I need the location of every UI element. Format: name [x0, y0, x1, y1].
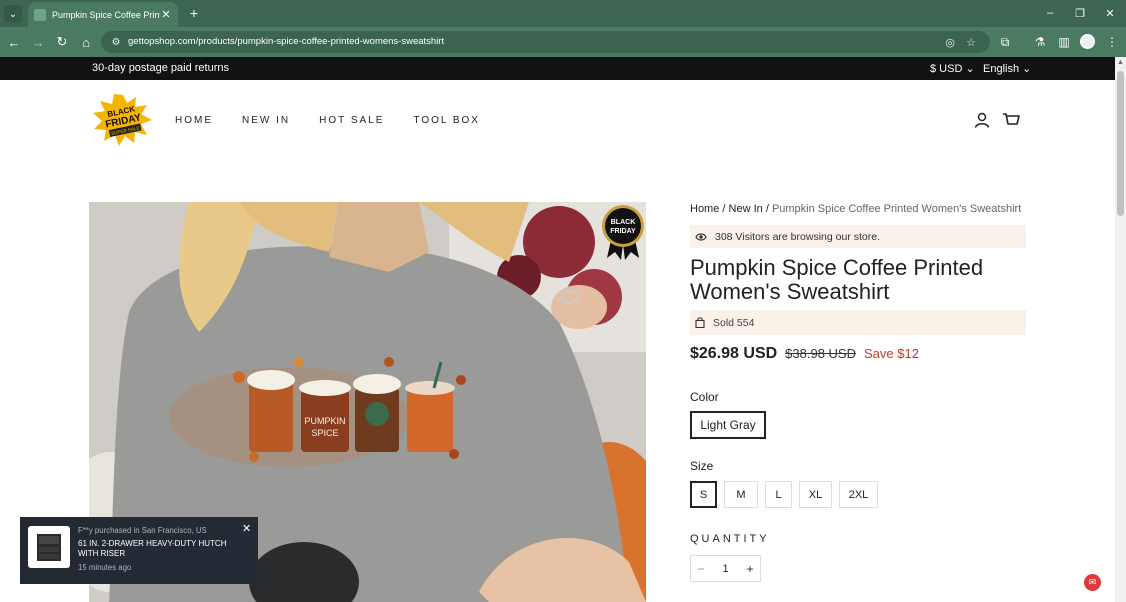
eye-icon	[695, 232, 707, 241]
language-selector[interactable]: English ⌄	[983, 62, 1031, 75]
side-panel-icon[interactable]: ▥	[1055, 33, 1073, 51]
sold-count-text: Sold 554	[713, 316, 755, 329]
site-info-icon[interactable]: ⚙	[110, 36, 122, 48]
tab-close-icon[interactable]: ✕	[160, 8, 172, 21]
reload-icon[interactable]: ↻	[53, 33, 71, 51]
breadcrumb-new-in[interactable]: New In	[729, 203, 763, 215]
purchased-product-thumbnail[interactable]	[28, 526, 70, 568]
chat-widget-icon[interactable]: ✉	[1084, 574, 1101, 591]
color-option-light-gray[interactable]: Light Gray	[690, 411, 766, 439]
eye-off-icon[interactable]: ◎	[942, 34, 958, 50]
new-tab-plus-icon[interactable]: +	[185, 4, 203, 22]
web-page: 30-day postage paid returns $ USD ⌄ Engl…	[0, 57, 1115, 602]
profile-avatar-icon[interactable]	[1080, 34, 1095, 49]
main-navigation: HOME NEW IN HOT SALE TOOL BOX	[175, 115, 480, 126]
size-option-l[interactable]: L	[765, 481, 792, 508]
account-icon[interactable]	[974, 112, 990, 128]
lab-flask-icon[interactable]: ⚗	[1031, 33, 1049, 51]
size-options: S M L XL 2XL	[690, 481, 878, 508]
visitors-notice: 308 Visitors are browsing our store.	[690, 225, 1026, 248]
shopping-bag-icon	[695, 317, 705, 328]
print-text-line-2: SPICE	[311, 428, 338, 438]
size-option-s[interactable]: S	[690, 481, 717, 508]
favicon-icon	[34, 8, 46, 21]
nav-home[interactable]: HOME	[175, 115, 213, 126]
quantity-stepper: − 1 +	[690, 555, 761, 582]
forward-arrow-icon[interactable]: →	[29, 33, 47, 51]
size-label: Size	[690, 459, 714, 473]
visitors-text: 308 Visitors are browsing our store.	[715, 230, 880, 243]
extensions-puzzle-icon[interactable]: ⧉	[996, 33, 1014, 51]
window-close-icon[interactable]: ✕	[1100, 4, 1120, 22]
print-text-line-1: PUMPKIN	[304, 416, 345, 426]
nav-new-in[interactable]: NEW IN	[242, 115, 290, 126]
bookmark-star-icon[interactable]: ☆	[963, 34, 979, 50]
chevron-down-icon: ⌄	[965, 63, 975, 75]
nav-tool-box[interactable]: TOOL BOX	[413, 115, 480, 126]
breadcrumb-home[interactable]: Home	[690, 203, 719, 215]
minimize-icon[interactable]: –	[1040, 4, 1060, 22]
purchase-buyer-text: F**y purchased in San Francisco, US	[78, 526, 207, 535]
chevron-down-icon: ⌄	[1022, 63, 1032, 75]
black-friday-logo[interactable]: BLACK FRIDAY SUPER SALE	[92, 93, 154, 147]
badge-line-2: FRIDAY	[610, 228, 636, 235]
current-price: $26.98 USD	[690, 345, 778, 362]
popup-close-icon[interactable]: ✕	[242, 522, 251, 535]
product-title: Pumpkin Spice Coffee Printed Women's Swe…	[690, 255, 984, 304]
address-bar[interactable]: ⚙ gettopshop.com/products/pumpkin-spice-…	[101, 31, 990, 53]
breadcrumb-separator: /	[762, 203, 772, 215]
browser-toolbar: ← → ↻ ⌂ ⚙ gettopshop.com/products/pumpki…	[0, 27, 1126, 57]
browser-tab-bar: ⌄ Pumpkin Spice Coffee Printed Women ✕ +…	[0, 0, 1126, 27]
page-scrollbar[interactable]: ▲	[1115, 57, 1126, 602]
announcement-bar: 30-day postage paid returns $ USD ⌄ Engl…	[0, 57, 1115, 80]
purchase-time-text: 15 minutes ago	[78, 563, 132, 572]
price-row: $26.98 USD $38.98 USD Save $12	[690, 345, 919, 363]
size-option-xl[interactable]: XL	[799, 481, 832, 508]
compare-at-price: $38.98 USD	[785, 346, 856, 361]
announcement-text: 30-day postage paid returns	[92, 62, 229, 74]
browser-menu-icon[interactable]: ⋮	[1103, 33, 1121, 51]
quantity-label: QUANTITY	[690, 533, 770, 545]
currency-selector[interactable]: $ USD ⌄	[930, 62, 975, 75]
breadcrumb: Home / New In / Pumpkin Spice Coffee Pri…	[690, 203, 1021, 215]
color-label: Color	[690, 390, 719, 404]
cart-icon[interactable]	[1002, 112, 1020, 128]
tab-title: Pumpkin Spice Coffee Printed Women	[52, 9, 160, 20]
currency-label: $ USD	[930, 63, 963, 75]
savings-label: Save $12	[864, 346, 919, 361]
badge-line-1: BLACK	[611, 219, 636, 226]
scrollbar-thumb[interactable]	[1117, 71, 1124, 216]
tab-search-chevron-icon[interactable]: ⌄	[4, 5, 22, 23]
size-option-2xl[interactable]: 2XL	[839, 481, 878, 508]
restore-icon[interactable]: ❐	[1070, 4, 1090, 22]
scroll-up-arrow-icon[interactable]: ▲	[1117, 59, 1124, 67]
breadcrumb-separator: /	[719, 203, 729, 215]
nav-hot-sale[interactable]: HOT SALE	[319, 115, 384, 126]
sold-count-box: Sold 554	[690, 310, 1026, 335]
recent-purchase-popup[interactable]: F**y purchased in San Francisco, US 61 I…	[20, 517, 258, 584]
hutch-image	[37, 534, 61, 561]
size-option-m[interactable]: M	[724, 481, 758, 508]
quantity-input[interactable]: 1	[711, 563, 740, 575]
home-icon[interactable]: ⌂	[77, 33, 95, 51]
quantity-decrease-button[interactable]: −	[691, 562, 711, 576]
quantity-increase-button[interactable]: +	[740, 562, 760, 576]
purchase-product-name[interactable]: 61 IN. 2-DRAWER HEAVY-DUTY HUTCH WITH RI…	[78, 539, 248, 559]
back-arrow-icon[interactable]: ←	[5, 33, 23, 51]
browser-tab[interactable]: Pumpkin Spice Coffee Printed Women ✕	[28, 2, 178, 27]
language-label: English	[983, 63, 1020, 75]
breadcrumb-current: Pumpkin Spice Coffee Printed Women's Swe…	[771, 203, 1022, 215]
url-text[interactable]: gettopshop.com/products/pumpkin-spice-co…	[128, 36, 444, 47]
black-friday-badge: BLACK FRIDAY	[602, 205, 644, 260]
